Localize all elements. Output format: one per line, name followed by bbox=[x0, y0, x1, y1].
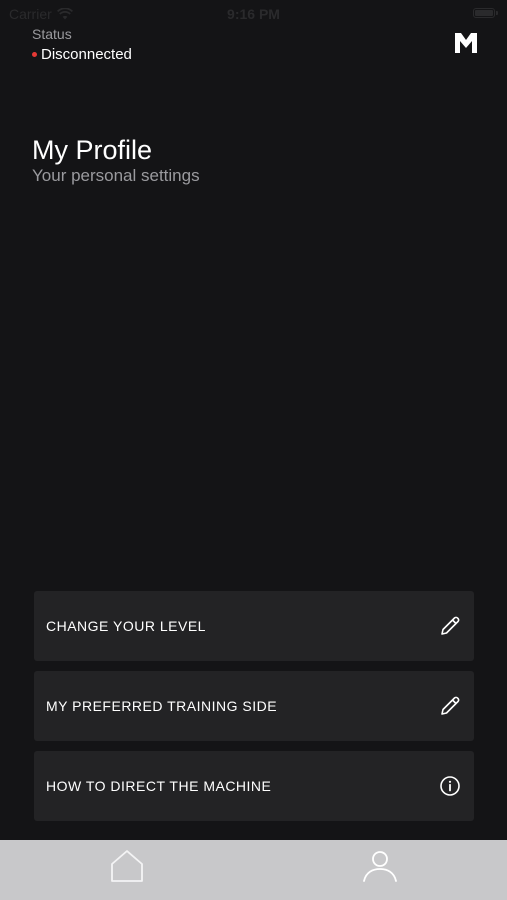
direct-machine-button[interactable]: HOW TO DIRECT THE MACHINE bbox=[34, 751, 474, 821]
connection-status-label: Status bbox=[32, 26, 72, 42]
connection-status-value: Disconnected bbox=[41, 46, 132, 63]
training-side-button[interactable]: MY PREFERRED TRAINING SIDE bbox=[34, 671, 474, 741]
user-icon bbox=[363, 851, 397, 882]
status-dot-icon bbox=[32, 52, 37, 57]
tab-profile[interactable] bbox=[360, 846, 400, 886]
page-title: My Profile bbox=[32, 135, 153, 165]
pencil-icon bbox=[438, 614, 462, 638]
tab-bar bbox=[0, 840, 507, 900]
status-bar: Carrier 9:16 PM bbox=[0, 0, 507, 28]
info-icon bbox=[438, 774, 462, 798]
menu-item-label: MY PREFERRED TRAINING SIDE bbox=[46, 698, 278, 714]
change-level-button[interactable]: CHANGE YOUR LEVEL bbox=[34, 591, 474, 661]
battery-icon bbox=[473, 8, 498, 18]
settings-menu: CHANGE YOUR LEVEL MY PREFERRED TRAINING … bbox=[34, 591, 474, 831]
pencil-icon bbox=[438, 694, 462, 718]
home-icon bbox=[111, 850, 143, 882]
page-subtitle: Your personal settings bbox=[32, 166, 200, 185]
connection-status: Disconnected bbox=[32, 46, 132, 63]
menu-item-label: CHANGE YOUR LEVEL bbox=[46, 618, 206, 634]
status-time: 9:16 PM bbox=[227, 6, 280, 22]
menu-item-label: HOW TO DIRECT THE MACHINE bbox=[46, 778, 272, 794]
brand-m-logo-icon bbox=[455, 33, 477, 53]
tab-home[interactable] bbox=[107, 846, 147, 886]
